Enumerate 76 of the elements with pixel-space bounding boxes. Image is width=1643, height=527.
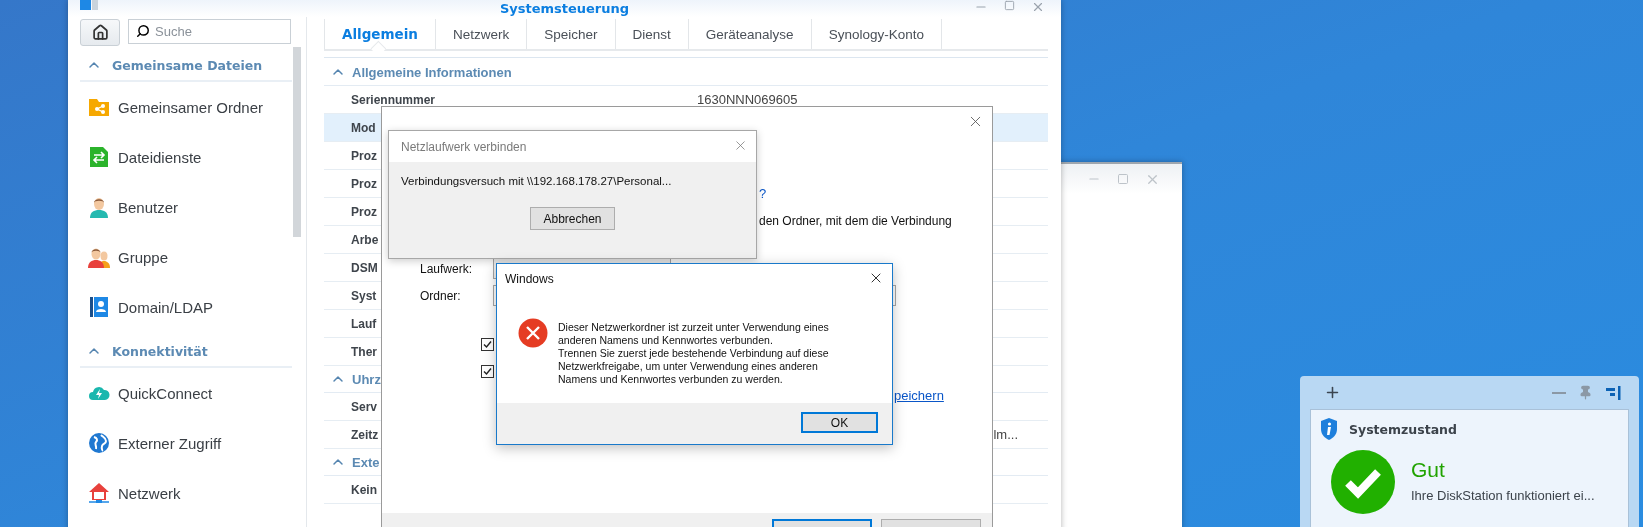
sidebar-item[interactable]: QuickConnect xyxy=(80,368,292,418)
search-icon xyxy=(136,24,150,38)
user-icon xyxy=(88,196,110,218)
minimize-button[interactable] xyxy=(1552,391,1566,394)
status-text: Gut xyxy=(1411,458,1446,482)
sidebar-item[interactable]: Benutzer xyxy=(80,182,292,232)
group-icon xyxy=(88,246,110,268)
row-label: Ther xyxy=(351,344,377,359)
sidebar-item[interactable]: Externer Zugriff xyxy=(80,418,292,468)
instruction-text: den Ordner, mit dem die Verbindung xyxy=(759,214,952,228)
tab[interactable]: Geräteanalyse xyxy=(687,19,811,49)
sidebar-item[interactable]: Gruppe xyxy=(80,232,292,282)
tab[interactable]: Dienst xyxy=(614,19,688,49)
network-house-icon xyxy=(88,482,110,504)
link[interactable]: ? xyxy=(759,186,767,201)
minimize-icon xyxy=(1552,391,1566,394)
search-field[interactable]: Suche xyxy=(128,19,291,44)
close-icon[interactable] xyxy=(1031,0,1045,14)
dialog-title: Windows xyxy=(505,272,554,286)
sidebar-group-title[interactable]: Konnektivität xyxy=(112,343,208,359)
row-label: Proz xyxy=(351,176,377,191)
dialog-title: Netzlaufwerk verbinden xyxy=(401,139,527,154)
error-message: Dieser Netzwerkordner ist zurzeit unter Verwendung eines anderen Namens und Kennwortes verbunden. Trennen Sie zuerst jede bestehende Verbindung auf diese Netzwerkfreigabe, um unter Verwendung eines anderen Namens und Kennwortes verbunden zu werden. xyxy=(558,321,829,387)
row-label: Arbe xyxy=(351,232,379,247)
shield-info-icon xyxy=(1321,418,1337,440)
home-icon xyxy=(91,24,109,41)
maximize-icon[interactable] xyxy=(1004,0,1015,11)
row-value: lm... xyxy=(993,427,1019,442)
section-title[interactable]: Exte xyxy=(352,454,380,470)
row-label: Seriennummer xyxy=(351,92,436,107)
tab[interactable]: Synology-Konto xyxy=(810,19,942,49)
folder-label: Ordner: xyxy=(420,288,462,303)
row-label: Lauf xyxy=(351,316,377,331)
row-label: Proz xyxy=(351,148,377,163)
sidebar-item[interactable]: Netzwerk xyxy=(80,468,292,518)
checkbox[interactable] xyxy=(481,365,494,378)
sidebar-item[interactable]: Gemeinsamer Ordner xyxy=(80,82,292,132)
row-label: Mod xyxy=(351,120,376,135)
shared-folder-icon xyxy=(88,96,110,118)
sidebar-group-title[interactable]: Gemeinsame Dateien xyxy=(112,57,263,73)
file-services-icon xyxy=(88,146,110,168)
panel-toggle-icon[interactable] xyxy=(1605,385,1621,400)
row-label: Zeitz xyxy=(351,427,379,442)
drive-label: Laufwerk: xyxy=(420,261,474,276)
pin-icon xyxy=(1578,385,1593,400)
checkbox[interactable] xyxy=(481,338,494,351)
widget-title: Systemzustand xyxy=(1349,421,1457,437)
tab[interactable]: Allgemein xyxy=(324,19,435,49)
section-title[interactable]: Allgemeine Informationen xyxy=(352,64,512,80)
progress-message: Verbindungsversuch mit \\192.168.178.27\Personal... xyxy=(401,175,673,187)
address-book-icon xyxy=(88,296,110,318)
sidebar-item[interactable]: Dateidienste xyxy=(80,132,292,182)
tab[interactable]: Netzwerk xyxy=(435,19,527,49)
error-icon xyxy=(518,318,548,348)
home-button[interactable] xyxy=(80,19,120,46)
status-description: Ihre DiskStation funktioniert ei... xyxy=(1411,488,1595,503)
cancel-button[interactable]: Abbrechen xyxy=(530,207,615,230)
add-button[interactable] xyxy=(1324,384,1341,401)
sidebar-item[interactable]: Domain/LDAP xyxy=(80,282,292,332)
ok-button[interactable]: OK xyxy=(801,412,878,433)
row-label: DSM xyxy=(351,260,378,275)
pin-button[interactable] xyxy=(1578,385,1593,400)
section-title[interactable]: Uhrz xyxy=(352,371,381,387)
row-label: Kein xyxy=(351,482,377,497)
row-label: Syst xyxy=(351,288,377,303)
row-value: 1630NNN069605 xyxy=(697,92,798,107)
row-label: Serv xyxy=(351,399,378,414)
scrollbar[interactable] xyxy=(293,47,301,237)
row-label: Proz xyxy=(351,204,377,219)
plus-icon xyxy=(1324,384,1341,401)
app-icon xyxy=(80,0,98,10)
window-title: Systemsteuerung xyxy=(499,1,630,16)
globe-icon xyxy=(88,432,110,454)
tab[interactable]: Speicher xyxy=(526,19,615,49)
link[interactable]: peichern xyxy=(894,388,944,403)
close-icon xyxy=(733,138,748,153)
